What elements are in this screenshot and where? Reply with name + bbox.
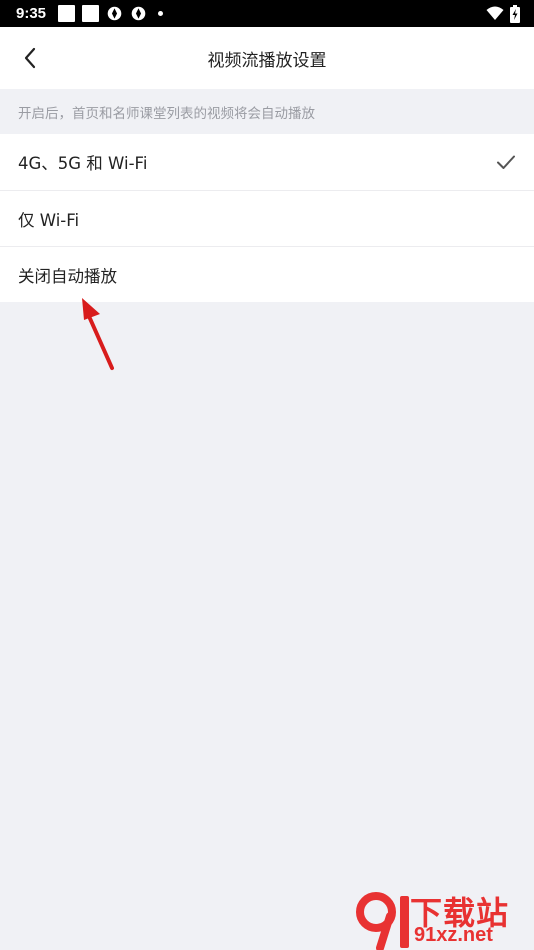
back-button[interactable] bbox=[14, 41, 46, 75]
autoplay-hint: 开启后，首页和名师课堂列表的视频将会自动播放 bbox=[18, 105, 315, 122]
option-label: 4G、5G 和 Wi-Fi bbox=[18, 154, 148, 173]
chevron-left-icon bbox=[24, 47, 36, 69]
notification-icon bbox=[58, 5, 76, 22]
status-bar: 9:35 bbox=[0, 0, 534, 27]
app-bar: 视频流播放设置 bbox=[0, 27, 534, 89]
autoplay-options-list: 4G、5G 和 Wi-Fi 仅 Wi-Fi 关闭自动播放 bbox=[0, 134, 534, 302]
more-notifications-dot-icon bbox=[158, 11, 164, 16]
page-title: 视频流播放设置 bbox=[207, 50, 327, 71]
watermark: 下载站 91xz.net bbox=[354, 888, 530, 950]
check-icon bbox=[497, 155, 515, 169]
option-cellular-and-wifi[interactable]: 4G、5G 和 Wi-Fi bbox=[0, 134, 534, 190]
sync-icon bbox=[107, 6, 122, 21]
option-wifi-only[interactable]: 仅 Wi-Fi bbox=[0, 190, 534, 246]
watermark-url: 91xz.net bbox=[414, 924, 493, 946]
status-time: 9:35 bbox=[16, 5, 47, 22]
option-label: 仅 Wi-Fi bbox=[18, 210, 80, 230]
notification-icon bbox=[82, 5, 100, 22]
sync-icon bbox=[131, 6, 146, 21]
wifi-icon bbox=[486, 6, 504, 20]
red-arrow-annotation bbox=[82, 298, 114, 370]
watermark-logo-icon bbox=[356, 892, 409, 950]
option-label: 关闭自动播放 bbox=[18, 266, 117, 286]
battery-icon bbox=[510, 4, 520, 23]
